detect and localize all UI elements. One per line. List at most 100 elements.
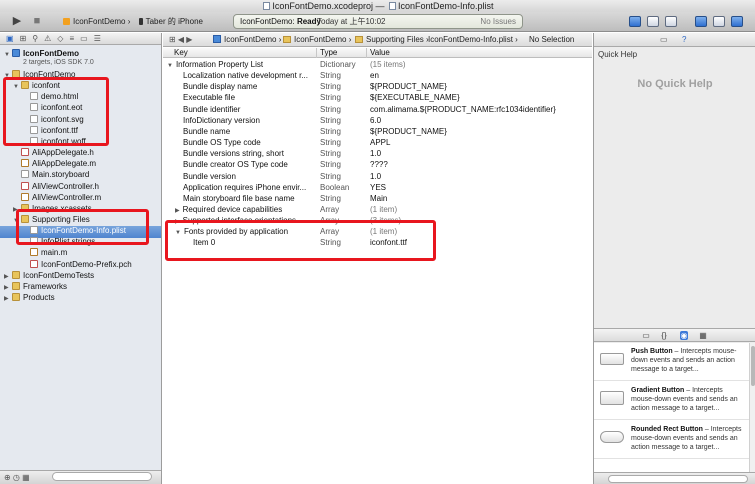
disclosure-open-icon[interactable]: ▼ xyxy=(167,63,173,69)
plist-type[interactable]: String xyxy=(320,92,370,103)
file-tree-item[interactable]: AliViewController.m xyxy=(13,192,101,203)
file-tree-item[interactable]: Main.storyboard xyxy=(13,169,89,180)
crumb-project[interactable]: IconFontDemo › xyxy=(213,33,281,47)
disclosure-closed-icon[interactable]: ▶ xyxy=(175,208,180,214)
plist-type[interactable]: String xyxy=(320,70,370,81)
quick-help-tab[interactable]: ? xyxy=(682,35,686,44)
plist-value[interactable]: (1 item) xyxy=(370,204,590,215)
plist-row[interactable]: ▶ Required device capabilities Array (1 ite… xyxy=(163,204,592,215)
plist-row[interactable]: Executable file String ${EXECUTABLE_NAME} xyxy=(163,92,592,103)
plist-value[interactable]: ???? xyxy=(370,159,590,170)
plist-row[interactable]: Application requires iPhone envir... Bool… xyxy=(163,182,592,193)
plist-row[interactable]: Bundle identifier String com.alimama.${PRO… xyxy=(163,104,592,115)
plist-row[interactable]: Bundle OS Type code String APPL xyxy=(163,137,592,148)
column-key-header[interactable]: Key xyxy=(171,48,188,58)
plist-value[interactable]: ${PRODUCT_NAME} xyxy=(370,126,590,137)
file-tree-item[interactable]: AliAppDelegate.m xyxy=(13,158,96,169)
run-button[interactable]: ▶ xyxy=(10,15,24,27)
library-scroll-thumb[interactable] xyxy=(751,346,755,386)
plist-value[interactable]: Main xyxy=(370,193,590,204)
symbol-navigator-tab[interactable]: ⊞ xyxy=(20,34,27,43)
plist-value[interactable]: en xyxy=(370,70,590,81)
library-scrollbar[interactable] xyxy=(749,343,755,473)
plist-row[interactable]: Bundle version String 1.0 xyxy=(163,171,592,182)
plist-type[interactable]: String xyxy=(320,126,370,137)
file-template-library-tab[interactable]: ▭ xyxy=(642,331,650,340)
plist-row[interactable]: ▼ Information Property List Dictionary (15 … xyxy=(163,59,592,70)
plist-value[interactable]: 1.0 xyxy=(370,171,590,182)
test-navigator-tab[interactable]: ◇ xyxy=(57,34,63,43)
plist-row[interactable]: InfoDictionary version String 6.0 xyxy=(163,115,592,126)
plist-value[interactable]: 1.0 xyxy=(370,148,590,159)
file-tree-item[interactable]: ▶ Products xyxy=(4,292,55,303)
file-inspector-tab[interactable]: ▭ xyxy=(660,35,668,44)
header-file-icon xyxy=(21,181,29,190)
log-navigator-tab[interactable]: ☰ xyxy=(94,34,101,43)
library-item-push-button[interactable]: Push Button – Intercepts mouse-down even… xyxy=(594,343,749,381)
plist-row[interactable]: Bundle creator OS Type code String???? xyxy=(163,159,592,170)
plist-value[interactable]: (15 items) xyxy=(370,59,590,70)
xcode-project-icon xyxy=(213,35,221,43)
assistant-editor-button[interactable] xyxy=(647,16,659,27)
plist-type[interactable]: String xyxy=(320,81,370,92)
library-item-gradient-button[interactable]: Gradient Button – Intercepts mouse-down … xyxy=(594,382,749,420)
object-library-tab[interactable]: ◉ xyxy=(680,331,688,340)
scheme-selector[interactable]: IconFontDemo › Taber 的 iPhone xyxy=(58,16,203,28)
stop-button[interactable]: ■ xyxy=(30,15,44,27)
plist-row[interactable]: Bundle versions string, short String 1.0 xyxy=(163,148,592,159)
file-tree-item[interactable]: IconFontDemo-Prefix.pch xyxy=(22,259,132,270)
crumb-selection[interactable]: No Selection xyxy=(529,33,574,47)
navigator-filter-input[interactable] xyxy=(51,472,152,481)
plist-type[interactable]: String xyxy=(320,148,370,159)
version-editor-button[interactable] xyxy=(665,16,677,27)
plist-type[interactable]: Array xyxy=(320,204,370,215)
plist-value[interactable]: 6.0 xyxy=(370,115,590,126)
issue-navigator-tab[interactable]: ⚠ xyxy=(44,34,51,43)
toggle-navigator-button[interactable] xyxy=(695,16,707,27)
plist-document-icon xyxy=(389,2,397,10)
toggle-debug-area-button[interactable] xyxy=(713,16,725,27)
file-tree-item[interactable]: ▶ Frameworks xyxy=(4,281,67,292)
plist-value[interactable]: ${PRODUCT_NAME} xyxy=(370,81,590,92)
breakpoint-navigator-tab[interactable]: ▭ xyxy=(80,34,88,43)
status-issues[interactable]: No Issues xyxy=(480,15,516,28)
plist-type[interactable]: Boolean xyxy=(320,182,370,193)
crumb-group[interactable]: IconFontDemo › xyxy=(283,33,351,47)
column-type-header[interactable]: Type xyxy=(316,48,337,58)
related-items-icon[interactable]: ⊞ ◀ ▶ xyxy=(169,33,192,47)
plist-type[interactable]: String xyxy=(320,171,370,182)
plist-value[interactable]: ${EXECUTABLE_NAME} xyxy=(370,92,590,103)
column-value-header[interactable]: Value xyxy=(366,48,390,58)
file-tree-item[interactable]: main.m xyxy=(22,247,67,258)
plist-row[interactable]: Localization native development r... Stri… xyxy=(163,70,592,81)
plist-value[interactable]: com.alimama.${PRODUCT_NAME:rfc1034identi… xyxy=(370,104,590,115)
find-navigator-tab[interactable]: ⚲ xyxy=(32,34,38,43)
plist-type[interactable]: String xyxy=(320,137,370,148)
code-snippet-library-tab[interactable]: {} xyxy=(660,331,668,340)
plist-value[interactable]: APPL xyxy=(370,137,590,148)
add-file-icon[interactable]: ⊕ ◷ ▦ xyxy=(4,473,30,482)
plist-type[interactable]: String xyxy=(320,104,370,115)
media-library-tab[interactable]: ▦ xyxy=(699,331,707,340)
toggle-utilities-button[interactable] xyxy=(731,16,743,27)
standard-editor-button[interactable] xyxy=(629,16,641,27)
plist-row[interactable]: Bundle name String ${PRODUCT_NAME} xyxy=(163,126,592,137)
plist-type[interactable]: String xyxy=(320,193,370,204)
crumb-supporting-files[interactable]: Supporting Files › xyxy=(355,33,429,47)
plist-row[interactable]: Bundle display name String ${PRODUCT_NAME} xyxy=(163,81,592,92)
plist-value[interactable]: YES xyxy=(370,182,590,193)
file-tree-item[interactable]: AliViewController.h xyxy=(13,181,99,192)
plist-type[interactable]: String xyxy=(320,115,370,126)
file-tree-item[interactable]: ▶ IconFontDemoTests xyxy=(4,270,94,281)
library-filter-input[interactable] xyxy=(608,475,748,483)
plist-key: Required device capabilities xyxy=(182,204,283,214)
project-navigator-tab[interactable]: ▣ xyxy=(6,34,14,43)
file-tree-item[interactable]: AliAppDelegate.h xyxy=(13,147,94,158)
plist-type[interactable]: Dictionary xyxy=(320,59,370,70)
debug-navigator-tab[interactable]: ≡ xyxy=(69,34,74,43)
plist-type[interactable]: String xyxy=(320,159,370,170)
crumb-info-plist[interactable]: IconFontDemo-Info.plist › xyxy=(428,33,518,47)
plist-row[interactable]: Main storyboard file base name String Main xyxy=(163,193,592,204)
library-item-rounded-rect-button[interactable]: Rounded Rect Button – Intercepts mouse-d… xyxy=(594,421,749,459)
disclosure-closed-icon[interactable]: ▶ xyxy=(4,294,12,305)
